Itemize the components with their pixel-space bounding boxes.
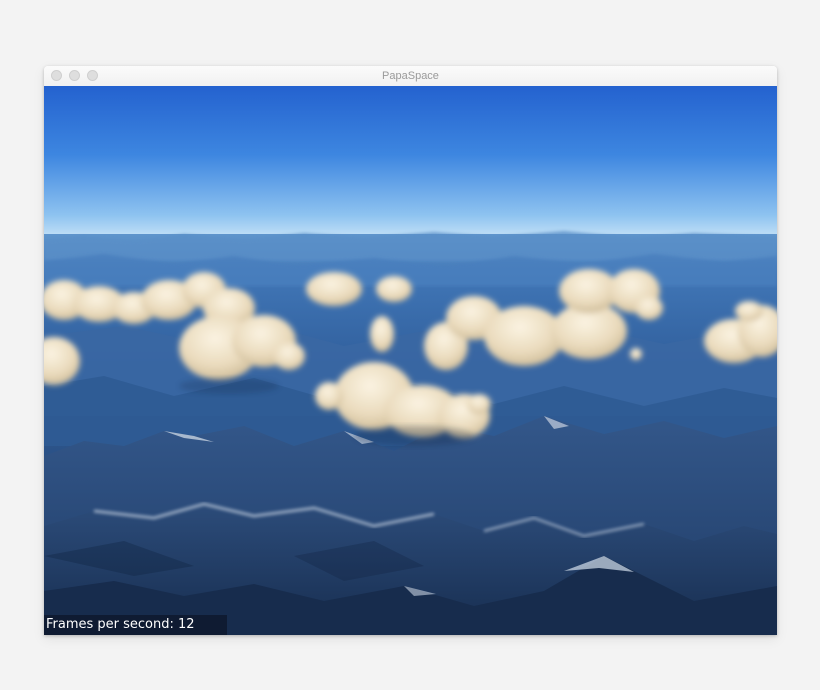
window-title: PapaSpace	[382, 70, 439, 82]
fps-counter: Frames per second: 12	[44, 615, 227, 635]
app-window: PapaSpace Frames per second: 12	[44, 66, 777, 635]
render-viewport[interactable]: Frames per second: 12	[44, 86, 777, 635]
aerial-mountain-scene	[44, 86, 777, 635]
title-bar[interactable]: PapaSpace	[44, 66, 777, 87]
